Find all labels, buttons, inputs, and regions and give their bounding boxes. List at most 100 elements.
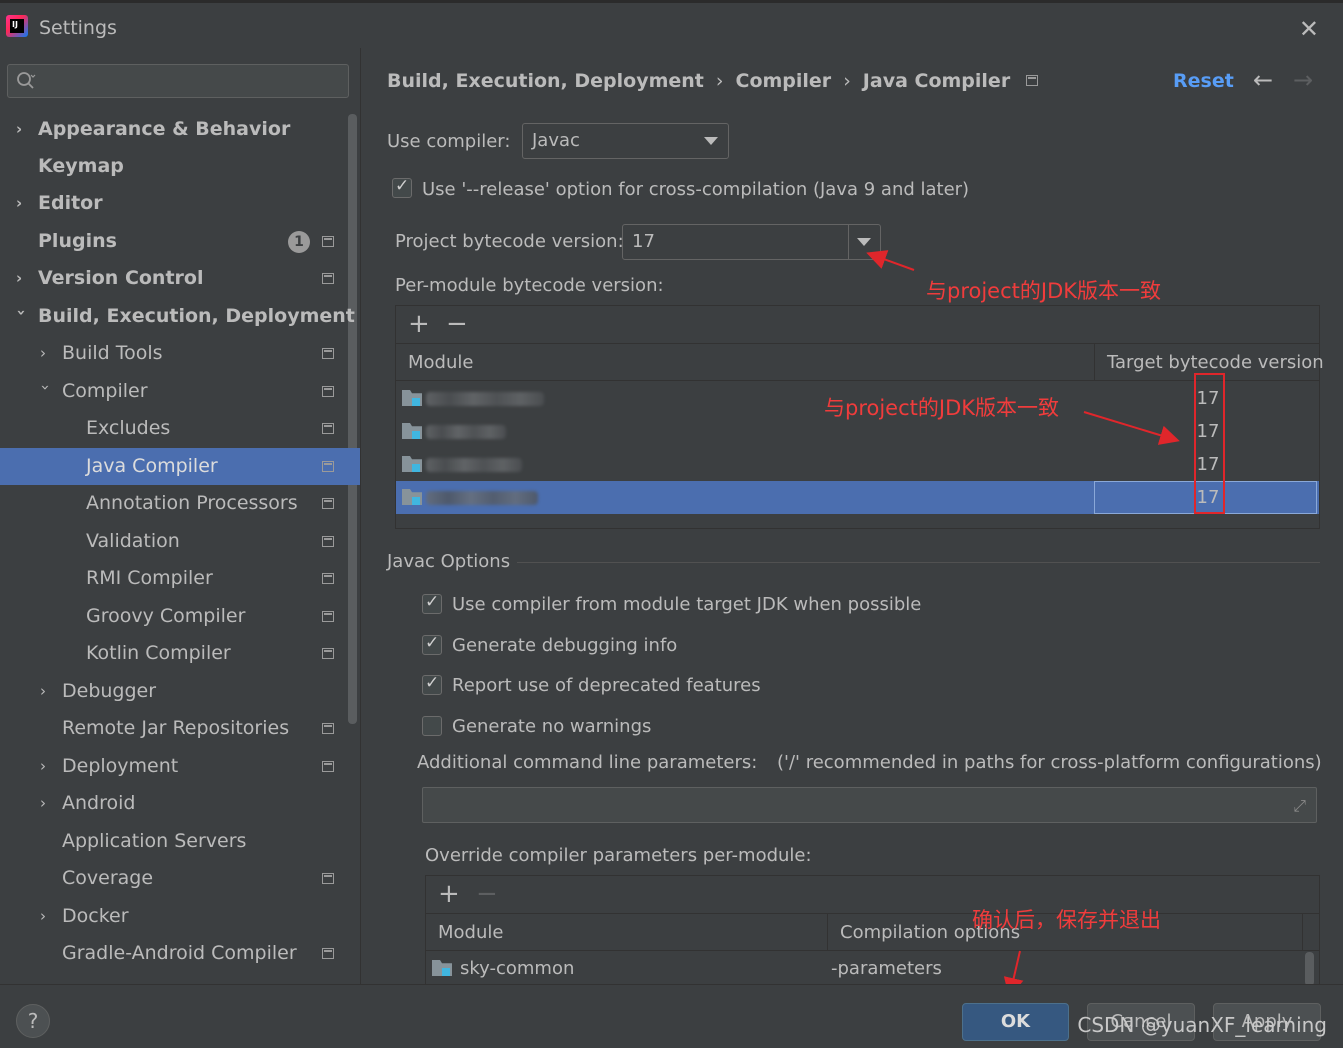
watermark: CSDN @yuanXF_learning xyxy=(1077,1013,1327,1037)
forward-arrow-icon[interactable]: → xyxy=(1293,66,1313,94)
version-highlight-box xyxy=(1194,373,1225,514)
project-level-icon xyxy=(322,386,334,397)
tree-item-remote-jar-repositories[interactable]: Remote Jar Repositories xyxy=(0,710,360,747)
per-module-label: Per-module bytecode version: xyxy=(395,275,664,296)
tree-item-build-tools[interactable]: › Build Tools xyxy=(0,335,360,372)
project-level-icon xyxy=(322,873,334,884)
module-name-cell: sky-common xyxy=(460,958,575,979)
tree-item-keymap[interactable]: Keymap xyxy=(0,148,360,185)
back-arrow-icon[interactable]: ← xyxy=(1253,66,1273,94)
use-compiler-select[interactable]: Javac xyxy=(522,123,729,159)
project-level-icon xyxy=(1026,75,1039,86)
dropdown-arrow-icon xyxy=(857,238,871,246)
tree-item-label: Keymap xyxy=(38,155,124,177)
table-row[interactable]: sky-common -parameters xyxy=(426,952,1319,985)
breadcrumb-item[interactable]: Compiler xyxy=(736,70,832,92)
tree-item-label: Excludes xyxy=(86,417,171,439)
tree-item-editor[interactable]: › Editor xyxy=(0,185,360,222)
project-level-icon xyxy=(322,423,334,434)
option-checkbox-debugging-info[interactable] xyxy=(422,633,442,655)
help-button[interactable]: ? xyxy=(16,1004,50,1038)
add-icon[interactable]: + xyxy=(408,310,430,338)
settings-sidebar: › Appearance & Behavior Keymap › Editor … xyxy=(0,48,360,984)
project-level-icon xyxy=(322,948,334,959)
table-scrollbar[interactable] xyxy=(1305,952,1314,986)
breadcrumb-item: Java Compiler xyxy=(862,70,1011,92)
tree-item-appearance-behavior[interactable]: › Appearance & Behavior xyxy=(0,111,360,148)
tree-item-version-control[interactable]: › Version Control xyxy=(0,260,360,297)
table-header: Module Compilation options xyxy=(426,914,1319,951)
settings-content: Build, Execution, Deployment › Compiler › Ja… xyxy=(361,48,1343,986)
option-checkbox-module-target-jdk[interactable] xyxy=(422,592,442,614)
expand-icon[interactable]: ⤢ xyxy=(1293,796,1306,816)
tree-item-label: Coverage xyxy=(62,867,154,889)
project-level-icon xyxy=(322,611,334,622)
tree-item-validation[interactable]: Validation xyxy=(0,523,360,560)
bytecode-version-label: Project bytecode version: xyxy=(395,231,624,252)
dropdown-button[interactable] xyxy=(848,225,880,259)
remove-icon[interactable]: − xyxy=(446,310,468,338)
tree-item-annotation-processors[interactable]: Annotation Processors xyxy=(0,485,360,522)
option-label: Generate no warnings xyxy=(452,716,652,737)
tree-item-rmi-compiler[interactable]: RMI Compiler xyxy=(0,560,360,597)
tree-item-build-execution-deployment[interactable]: › Build, Execution, Deployment xyxy=(0,298,360,335)
override-table: + − Module Compilation options sky-commo… xyxy=(425,875,1320,986)
annotation-note-module-jdk: 与project的JDK版本一致 xyxy=(824,396,1060,420)
option-label: Use compiler from module target JDK when… xyxy=(452,594,922,615)
table-row-selected[interactable]: 17 xyxy=(396,481,1319,514)
search-input[interactable] xyxy=(7,64,349,98)
tree-item-label: Remote Jar Repositories xyxy=(62,717,290,739)
dialog-footer: ? OK Cancel Apply CSDN @yuanXF_learning xyxy=(0,984,1343,1048)
option-checkbox-deprecated[interactable] xyxy=(422,673,442,695)
breadcrumb-separator: › xyxy=(843,70,851,92)
add-icon[interactable]: + xyxy=(438,880,460,908)
javac-options-title: Javac Options xyxy=(387,551,511,572)
tree-item-deployment[interactable]: › Deployment xyxy=(0,748,360,785)
chevron-right-icon: › xyxy=(40,344,46,362)
tree-item-compiler[interactable]: › Compiler xyxy=(0,373,360,410)
remove-icon[interactable]: − xyxy=(476,880,498,908)
tree-item-application-servers[interactable]: Application Servers xyxy=(0,823,360,860)
chevron-down-icon: › xyxy=(12,309,31,316)
dropdown-arrow-icon xyxy=(704,137,718,145)
use-compiler-label: Use compiler: xyxy=(387,131,511,152)
annotation-note-project-jdk: 与project的JDK版本一致 xyxy=(926,279,1162,303)
tree-item-plugins[interactable]: Plugins 1 xyxy=(0,223,360,260)
chevron-right-icon: › xyxy=(40,794,46,812)
tree-item-label: Java Compiler xyxy=(86,455,218,477)
notification-badge: 1 xyxy=(288,231,310,253)
tree-item-java-compiler[interactable]: Java Compiler xyxy=(0,448,360,485)
search-icon xyxy=(17,72,36,89)
tree-item-label: Compiler xyxy=(62,380,148,402)
tree-item-groovy-compiler[interactable]: Groovy Compiler xyxy=(0,598,360,635)
close-icon[interactable]: ✕ xyxy=(1299,15,1319,43)
table-row[interactable]: 17 xyxy=(396,448,1319,481)
tree-item-label: Plugins xyxy=(38,230,117,252)
tree-item-coverage[interactable]: Coverage xyxy=(0,860,360,897)
option-label: Report use of deprecated features xyxy=(452,675,761,696)
column-header-module[interactable]: Module xyxy=(396,344,1095,381)
additional-params-input[interactable]: ⤢ xyxy=(422,787,1317,823)
project-level-icon xyxy=(322,236,334,247)
ok-button[interactable]: OK xyxy=(962,1003,1069,1041)
tree-item-debugger[interactable]: › Debugger xyxy=(0,673,360,710)
reset-link[interactable]: Reset xyxy=(1173,70,1234,92)
module-folder-icon xyxy=(402,390,422,406)
column-header-module[interactable]: Module xyxy=(426,914,828,951)
group-separator xyxy=(517,562,1320,563)
option-checkbox-no-warnings[interactable] xyxy=(422,716,442,736)
release-option-checkbox[interactable] xyxy=(392,176,412,198)
tree-item-gradle-android-compiler[interactable]: Gradle-Android Compiler xyxy=(0,935,360,972)
tree-item-android[interactable]: › Android xyxy=(0,785,360,822)
title-bar: IJ Settings ✕ xyxy=(0,0,1343,48)
tree-item-label: Appearance & Behavior xyxy=(38,118,291,140)
tree-item-excludes[interactable]: Excludes xyxy=(0,410,360,447)
tree-item-docker[interactable]: › Docker xyxy=(0,898,360,935)
blurred-module-name xyxy=(426,425,506,439)
project-level-icon xyxy=(322,536,334,547)
tree-item-label: Validation xyxy=(86,530,180,552)
breadcrumb-item[interactable]: Build, Execution, Deployment xyxy=(387,70,704,92)
bytecode-version-select[interactable]: 17 xyxy=(622,224,881,260)
breadcrumb: Build, Execution, Deployment › Compiler › Ja… xyxy=(387,70,1039,92)
tree-item-kotlin-compiler[interactable]: Kotlin Compiler xyxy=(0,635,360,672)
